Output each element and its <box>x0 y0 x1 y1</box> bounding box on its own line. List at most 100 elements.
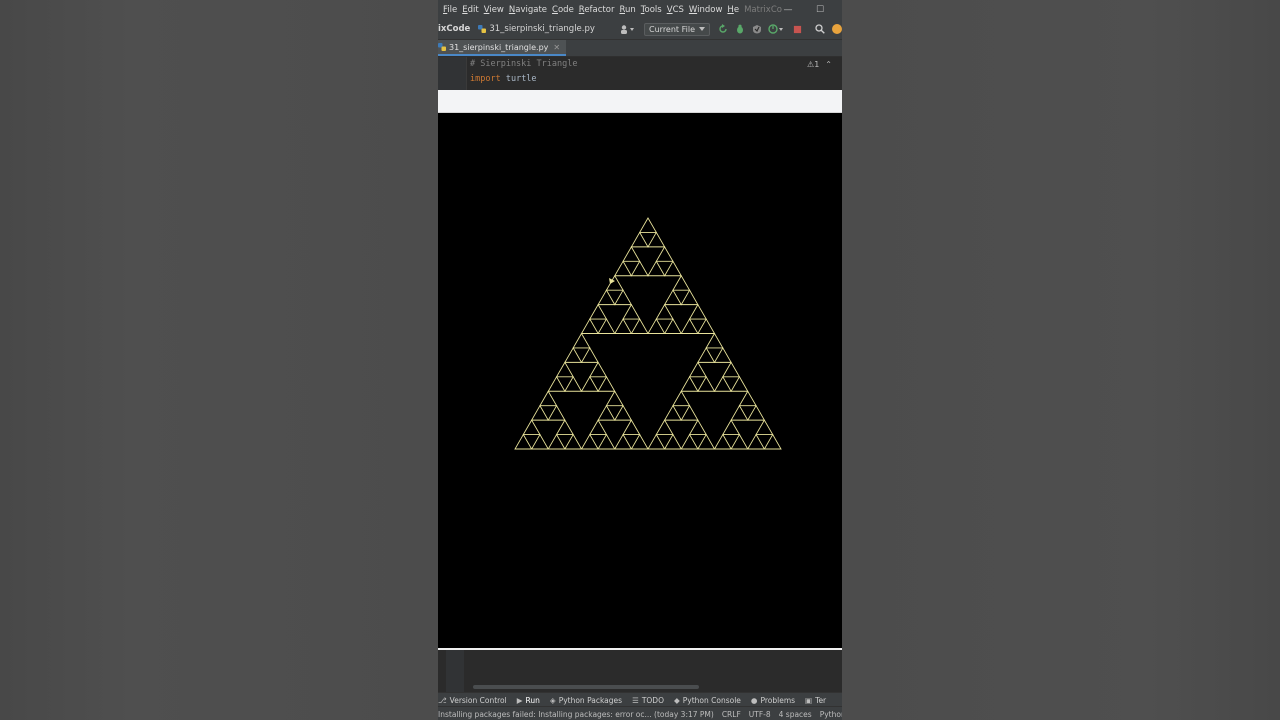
sierpinski-triangle <box>514 217 782 450</box>
sierpinski-subtriangle <box>647 231 666 248</box>
toolwindow-label: Run <box>525 695 540 705</box>
sierpinski-subtriangle <box>555 419 574 436</box>
sierpinski-subtriangle <box>580 347 599 363</box>
packages-icon: ◈ <box>549 695 556 705</box>
turtle-window-titlebar[interactable] <box>438 90 842 113</box>
maximize-icon[interactable]: ☐ <box>810 0 830 19</box>
sierpinski-subtriangle <box>746 433 766 450</box>
left-backdrop <box>0 0 438 720</box>
sierpinski-subtriangle <box>655 419 674 436</box>
ide-update-icon[interactable] <box>831 24 842 35</box>
rerun-icon[interactable] <box>717 24 728 35</box>
sierpinski-subtriangle <box>680 318 699 334</box>
menu-refactor[interactable]: Refactor <box>579 5 615 15</box>
sierpinski-subtriangle <box>663 404 683 421</box>
sierpinski-subtriangle <box>597 289 616 306</box>
python-interpreter[interactable]: Python 3.9 <box>820 710 842 719</box>
toolwindow-python-console[interactable]: ◆ Python Console <box>674 696 741 705</box>
sierpinski-subtriangle <box>697 347 716 363</box>
toolwindow-version-control[interactable]: ⎇ Version Control <box>438 696 507 705</box>
sierpinski-subtriangle <box>597 404 616 421</box>
chevron-up-icon[interactable]: ⌃ <box>825 60 832 69</box>
toolwindow-run[interactable]: ▶ Run <box>517 696 540 705</box>
sierpinski-subtriangle <box>547 375 566 392</box>
horizontal-scrollbar[interactable] <box>473 685 699 689</box>
toolwindow-label: Python Console <box>682 695 741 705</box>
sierpinski-subtriangle <box>555 361 574 378</box>
menu-vcs[interactable]: VCS <box>667 5 684 15</box>
tab-label: 31_sierpinski_triangle.py <box>449 42 549 52</box>
sierpinski-subtriangle <box>680 404 699 421</box>
sierpinski-subtriangle <box>638 217 658 233</box>
user-dropdown-icon[interactable] <box>619 24 637 35</box>
sierpinski-subtriangle <box>564 375 583 392</box>
toolwindow-label: Version Control <box>449 695 507 705</box>
stop-icon[interactable] <box>792 24 803 35</box>
file-encoding[interactable]: UTF-8 <box>749 710 771 719</box>
file-breadcrumb[interactable]: 31_sierpinski_triangle.py <box>478 24 595 34</box>
sierpinski-subtriangle <box>522 419 541 436</box>
play-icon: ▶ <box>516 695 523 705</box>
menu-help[interactable]: He <box>727 5 739 15</box>
sierpinski-subtriangle <box>630 318 649 334</box>
menu-edit[interactable]: Edit <box>462 5 478 15</box>
sierpinski-subtriangle <box>647 318 666 334</box>
toolwindow-todo[interactable]: ☰ TODO <box>632 696 664 705</box>
toolwindow-label: Ter <box>815 695 827 705</box>
line-gutter <box>438 57 467 90</box>
sierpinski-subtriangle <box>713 375 732 392</box>
window-title: MatrixCo <box>744 4 782 15</box>
sierpinski-subtriangle <box>647 433 666 450</box>
menu-view[interactable]: View <box>484 5 504 15</box>
code-editor[interactable]: # Sierpinski Triangle import turtle ⚠1 ⌃ <box>438 57 842 90</box>
run-panel-gutter <box>446 650 464 692</box>
sierpinski-subtriangle <box>655 245 674 262</box>
menu-navigate[interactable]: Navigate <box>509 5 547 15</box>
sierpinski-subtriangle <box>672 390 691 407</box>
project-breadcrumb[interactable]: ixCode <box>438 24 470 34</box>
list-icon: ☰ <box>632 695 639 705</box>
menu-window[interactable]: Window <box>689 5 723 15</box>
warning-icon: ⚠1 <box>807 60 820 69</box>
coverage-icon[interactable] <box>751 24 762 35</box>
sierpinski-subtriangle <box>613 289 633 306</box>
sierpinski-subtriangle <box>755 419 774 436</box>
indent-setting[interactable]: 4 spaces <box>779 710 812 719</box>
sierpinski-subtriangle <box>655 303 674 320</box>
sierpinski-subtriangle <box>613 318 633 334</box>
status-message[interactable]: Installing packages failed: Installing p… <box>438 710 714 719</box>
turtle-canvas <box>514 217 782 450</box>
sierpinski-subtriangle <box>663 318 683 334</box>
warning-count: 1 <box>814 60 820 69</box>
sierpinski-subtriangle <box>680 433 699 450</box>
debug-icon[interactable] <box>734 24 745 35</box>
search-icon[interactable] <box>814 24 825 35</box>
minimize-icon[interactable]: — <box>778 0 798 19</box>
profile-icon[interactable] <box>768 24 786 35</box>
sierpinski-subtriangle <box>680 375 699 392</box>
menu-file[interactable]: File <box>443 5 457 15</box>
code-line-comment: # Sierpinski Triangle <box>470 59 578 69</box>
sierpinski-subtriangle <box>547 404 566 421</box>
close-icon[interactable]: ✕ <box>553 43 560 52</box>
sierpinski-subtriangle <box>514 433 533 450</box>
toolwindow-terminal[interactable]: ▣ Ter <box>805 696 826 705</box>
run-tool-window <box>438 650 842 692</box>
toolwindow-python-packages[interactable]: ◈ Python Packages <box>550 696 622 705</box>
sierpinski-subtriangle <box>539 390 558 407</box>
tab-sierpinski-file[interactable]: 31_sierpinski_triangle.py ✕ <box>438 40 567 56</box>
sierpinski-subtriangle <box>663 260 683 277</box>
menu-run[interactable]: Run <box>619 5 635 15</box>
inspection-widget[interactable]: ⚠1 ⌃ <box>807 60 832 69</box>
toolwindow-label: Problems <box>760 695 796 705</box>
sierpinski-subtriangle <box>613 404 633 421</box>
run-configuration-select[interactable]: Current File <box>644 22 710 36</box>
sierpinski-subtriangle <box>580 375 599 392</box>
line-separator[interactable]: CRLF <box>722 710 741 719</box>
sierpinski-subtriangle <box>597 433 616 450</box>
menu-tools[interactable]: Tools <box>641 5 662 15</box>
sierpinski-subtriangle <box>597 318 616 334</box>
chevron-down-icon <box>699 27 705 31</box>
menu-code[interactable]: Code <box>552 5 574 15</box>
toolwindow-problems[interactable]: ● Problems <box>751 696 795 705</box>
